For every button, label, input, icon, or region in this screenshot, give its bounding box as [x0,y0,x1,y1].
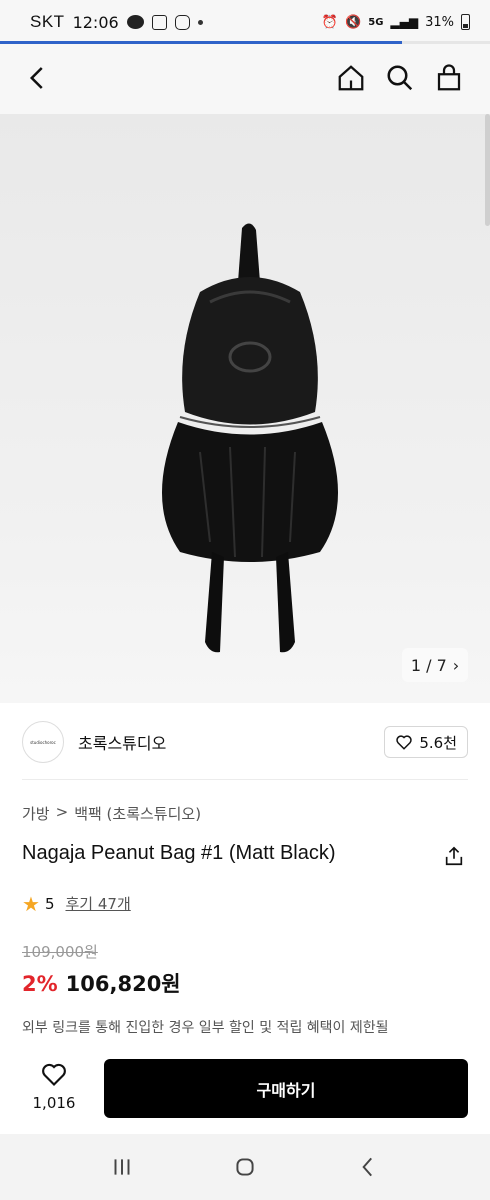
gallery-icon [151,14,167,30]
share-icon [445,846,463,866]
network-label: 5G [368,16,384,28]
home-icon [338,65,364,91]
divider [22,779,468,780]
discount-rate: 2% [22,972,58,996]
breadcrumb-item-category[interactable]: 가방 [22,803,50,824]
battery-icon [461,14,470,30]
talk-icon [126,15,144,29]
rating-value: 5 [44,894,55,913]
wishlist-button[interactable]: 1,016 [28,1060,80,1120]
clock: 12:06 [72,12,119,32]
breadcrumb-item-subcategory[interactable]: 백팩 (초록스튜디오) [74,803,201,824]
product-title: Nagaja Peanut Bag #1 (Matt Black) [22,842,336,864]
product-image [161,223,339,653]
home-nav-icon[interactable] [232,1154,258,1180]
purchase-action-bar: 1,016 구매하기 [0,1048,490,1134]
carrier-label: SKT [30,12,65,31]
price-row: 2% 106,820원 [22,968,181,998]
breadcrumb: 가방 > 백팩 (초록스튜디오) [22,803,201,824]
mute-icon: 🔇 [345,14,362,30]
status-bar: SKT 12:06 ⏰ 🔇 5G ▂▄▆ 31% [0,0,490,44]
buy-button[interactable]: 구매하기 [104,1059,468,1118]
home-button[interactable] [331,58,371,98]
review-link[interactable]: 후기 47개 [65,893,130,914]
page-scrollbar[interactable] [485,114,490,226]
signal-icon: ▂▄▆ [390,15,419,29]
recent-apps-icon[interactable] [109,1154,135,1180]
back-button[interactable] [18,58,58,98]
heart-icon [42,1063,66,1086]
star-icon: ★ [22,891,40,916]
original-price: 109,000원 [22,943,98,961]
cart-icon [437,64,461,91]
search-icon [387,65,413,91]
brand-logo-text: studiochoroc [30,739,56,745]
heart-icon [396,735,413,750]
product-image-gallery[interactable]: 1 / 7 › [0,114,490,703]
back-nav-icon[interactable] [355,1154,381,1180]
sale-price: 106,820원 [65,972,181,996]
chevron-right-icon: › [452,655,460,675]
search-button[interactable] [380,58,420,98]
top-nav [0,44,490,114]
brand-like-button[interactable]: 5.6천 [384,726,468,758]
system-nav-bar [0,1134,490,1200]
rating-row: ★ 5 후기 47개 [22,893,131,914]
battery-label: 31% [425,14,454,30]
brand-row: studiochoroc 초록스튜디오 5.6천 [22,718,468,766]
brand-like-count: 5.6천 [419,733,457,752]
benefit-notice: 외부 링크를 통해 진입한 경우 일부 할인 및 적립 혜택이 제한될 [22,1020,389,1036]
brand-name[interactable]: 초록스튜디오 [78,730,166,754]
cart-button[interactable] [429,58,469,98]
buy-button-label: 구매하기 [256,1080,316,1100]
alarm-icon: ⏰ [321,14,339,30]
wishlist-count: 1,016 [32,1094,76,1112]
breadcrumb-separator: > [55,803,69,821]
gallery-page-counter-text: 1 / 7 [410,655,447,675]
brand-logo[interactable]: studiochoroc [22,721,64,763]
back-icon [29,67,43,89]
gallery-page-counter[interactable]: 1 / 7 › [402,648,468,682]
instagram-icon [174,14,190,30]
notification-dot-icon [197,19,203,25]
share-button[interactable] [440,842,468,870]
